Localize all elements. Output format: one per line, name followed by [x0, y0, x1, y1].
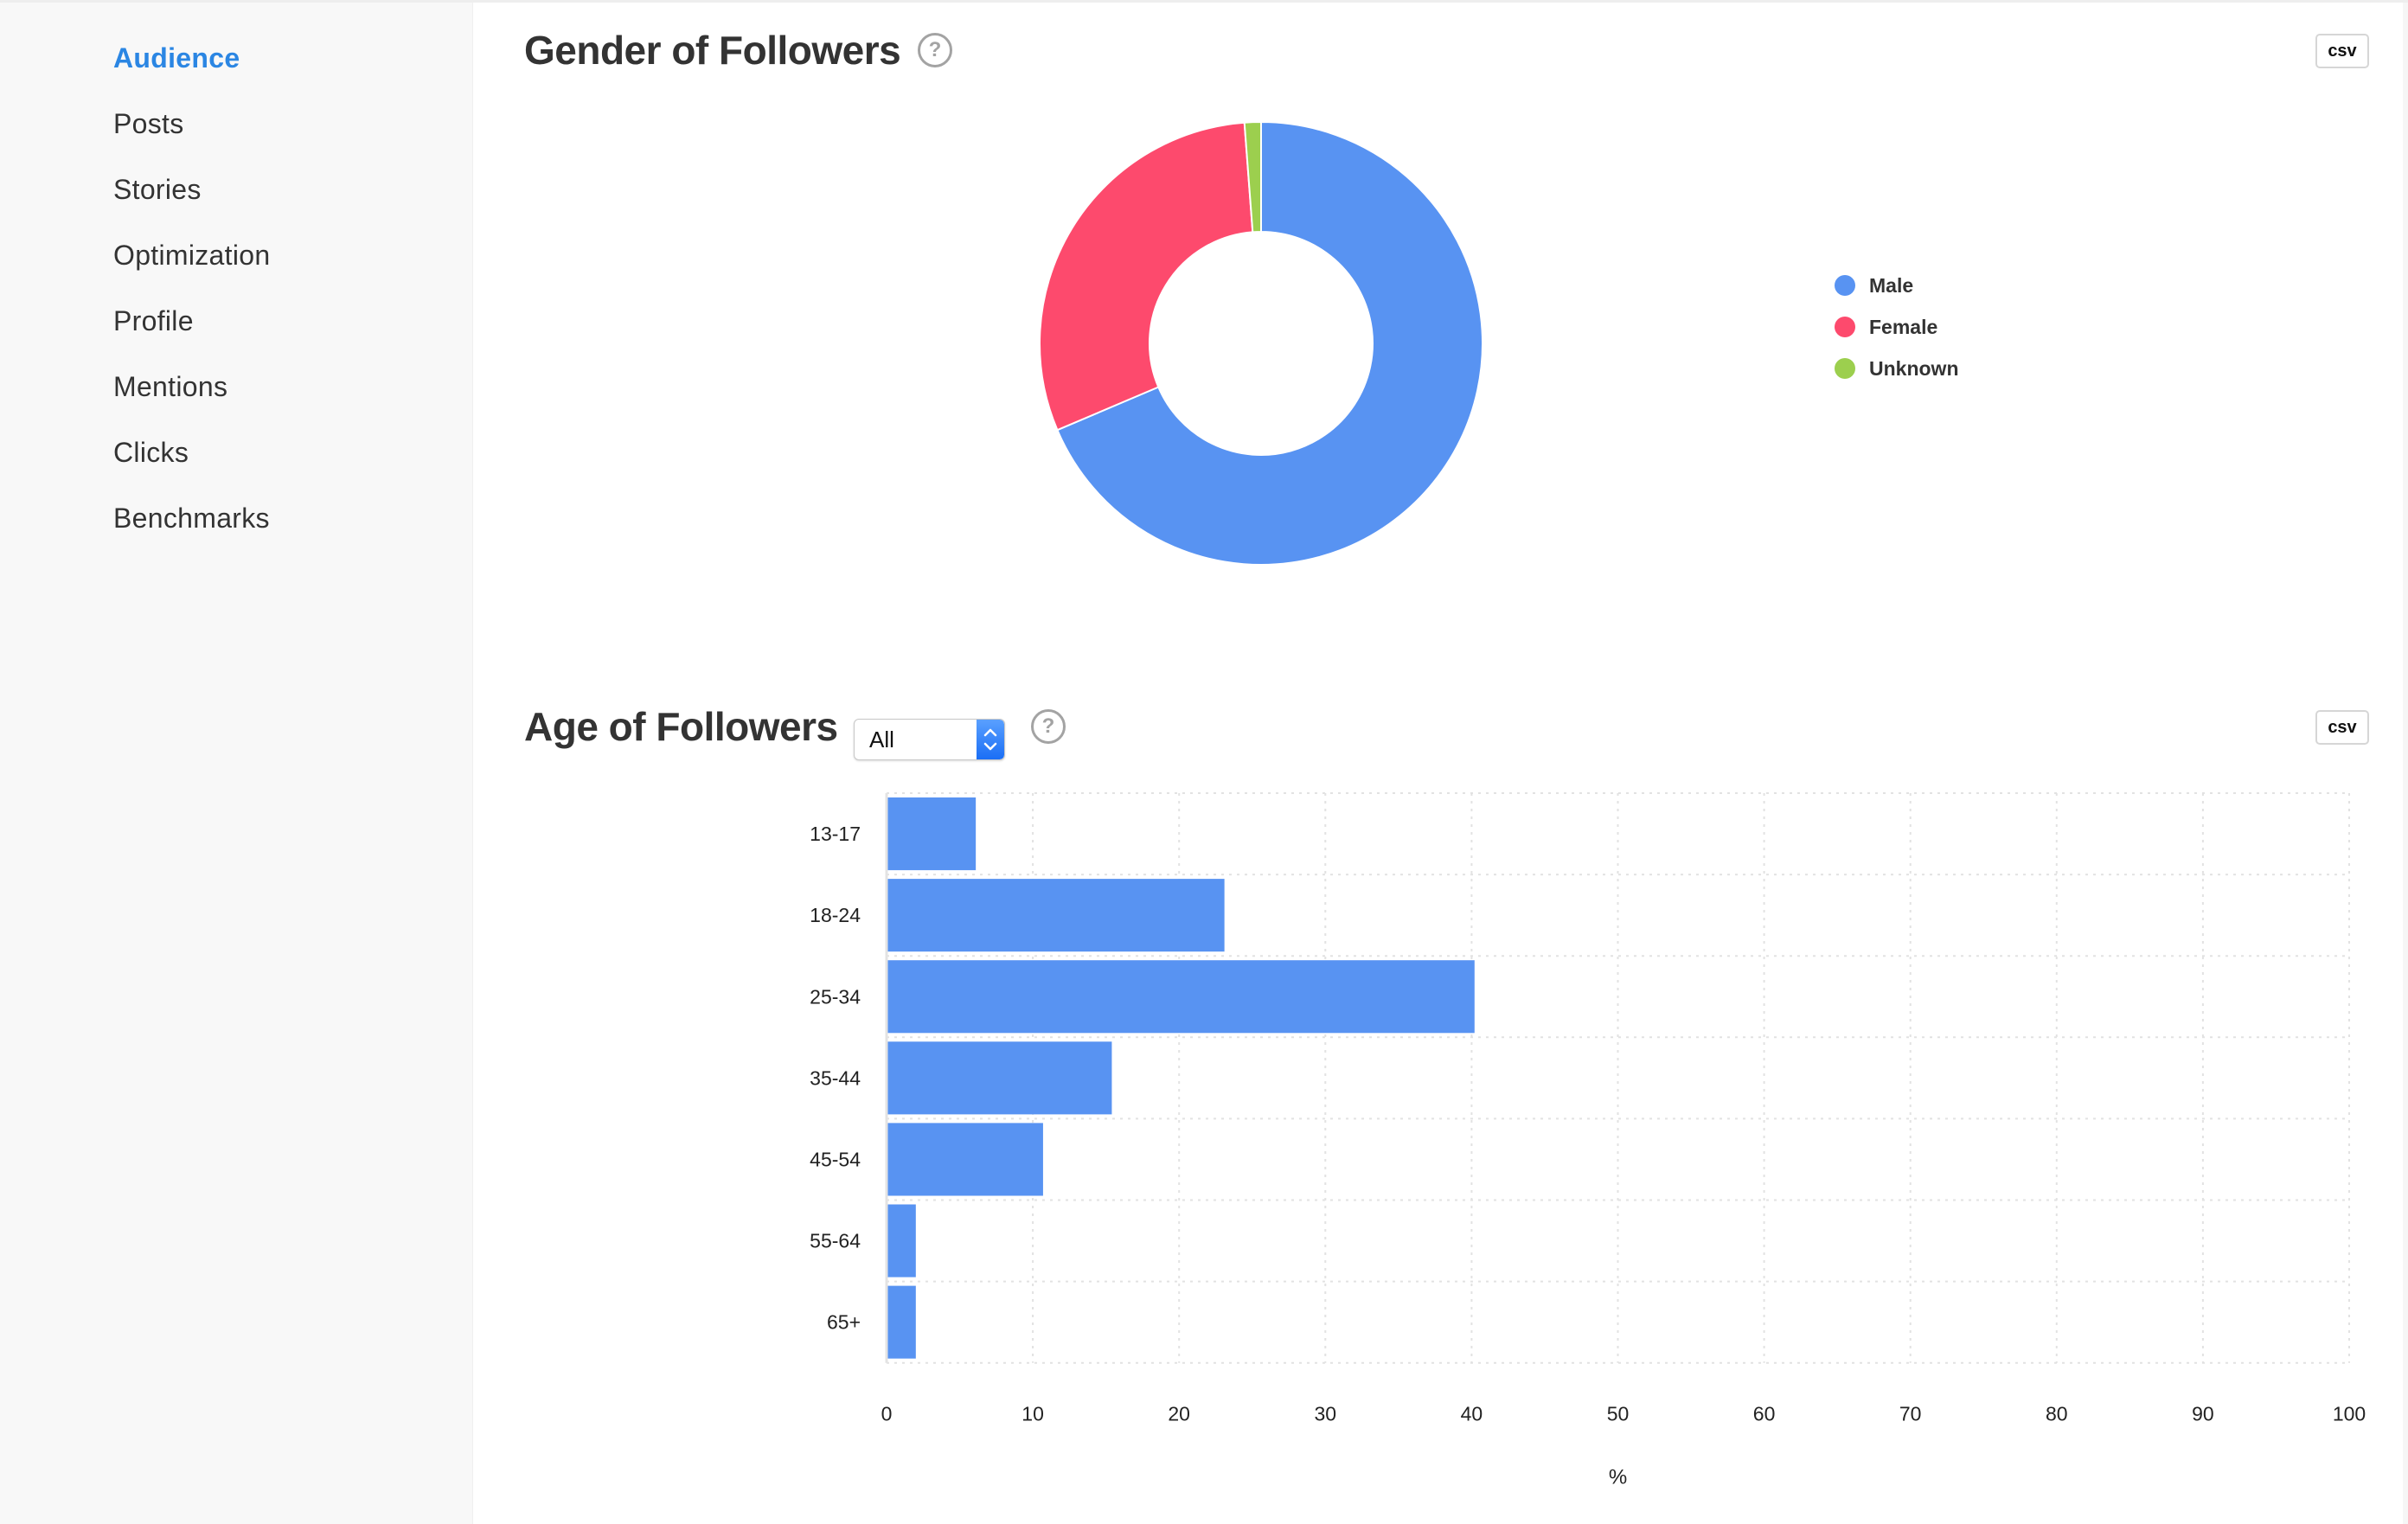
- x-tick-label: 80: [2046, 1403, 2068, 1425]
- x-tick-label: 0: [881, 1403, 893, 1425]
- y-tick-label: 18-24: [810, 904, 861, 926]
- age-bar-chart: 0 10 20 30 40 50 60 70 80 90 100 13-17 18-24 25-34 35-…: [810, 792, 2366, 1489]
- x-tick-label: 10: [1021, 1403, 1044, 1425]
- x-tick-label: 30: [1315, 1403, 1337, 1425]
- bar-25-34[interactable]: [887, 960, 1475, 1034]
- y-tick-label: 13-17: [810, 823, 861, 845]
- y-tick-label: 25-34: [810, 985, 861, 1008]
- x-tick-label: 60: [1753, 1403, 1776, 1425]
- bar-65+[interactable]: [887, 1285, 916, 1359]
- x-tick-label: 50: [1607, 1403, 1630, 1425]
- x-tick-label: 90: [2192, 1403, 2214, 1425]
- bar-18-24[interactable]: [887, 879, 1225, 952]
- bar-45-54[interactable]: [887, 1123, 1043, 1196]
- y-tick-label: 45-54: [810, 1148, 861, 1170]
- y-tick-label: 55-64: [810, 1230, 861, 1252]
- x-tick-label: 20: [1168, 1403, 1190, 1425]
- x-tick-label: 70: [1899, 1403, 1922, 1425]
- y-tick-label: 65+: [827, 1311, 861, 1334]
- x-tick-label: 40: [1461, 1403, 1483, 1425]
- bar-13-17[interactable]: [887, 797, 977, 871]
- bar-55-64[interactable]: [887, 1204, 916, 1277]
- y-tick-label: 35-44: [810, 1066, 861, 1089]
- bar-35-44[interactable]: [887, 1041, 1112, 1115]
- x-axis-label: %: [1609, 1466, 1627, 1489]
- x-tick-label: 100: [2333, 1403, 2366, 1425]
